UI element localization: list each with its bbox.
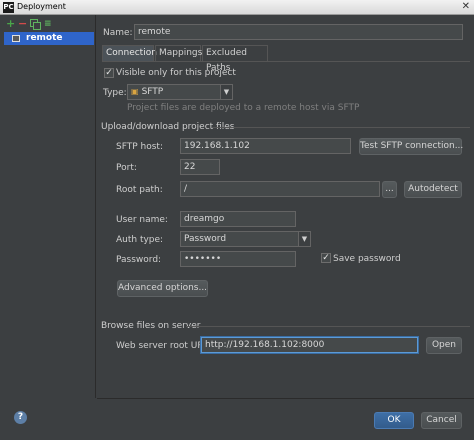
name-input[interactable]: remote	[134, 24, 463, 40]
port-input[interactable]: 22	[180, 159, 220, 175]
advanced-options-button[interactable]: Advanced options...	[117, 280, 208, 297]
server-icon	[12, 35, 20, 42]
window-title-bar: PC Deployment ✕	[0, 0, 474, 15]
open-url-button[interactable]: Open	[426, 337, 462, 354]
sftp-host-input[interactable]: 192.168.1.102	[180, 138, 351, 154]
browse-section-divider	[186, 326, 470, 327]
type-select[interactable]: ▣ SFTP	[127, 84, 233, 100]
test-sftp-connection-button[interactable]: Test SFTP connection...	[359, 138, 463, 155]
chevron-down-icon[interactable]: ▼	[298, 232, 310, 246]
type-select-value: SFTP	[141, 87, 164, 97]
tab-connection[interactable]: Connection	[102, 45, 157, 61]
port-label: Port:	[116, 163, 137, 173]
root-path-input[interactable]: /	[180, 181, 380, 197]
password-input[interactable]: •••••••	[180, 251, 296, 267]
type-hint: Project files are deployed to a remote h…	[127, 103, 360, 113]
user-name-label: User name:	[116, 215, 168, 225]
window-title: Deployment	[17, 2, 66, 11]
add-server-button[interactable]: +	[6, 18, 15, 29]
tab-mappings[interactable]: Mappings	[155, 45, 202, 61]
server-list-panel: + − ≡ remote	[0, 15, 96, 398]
save-password-label: Save password	[333, 254, 401, 264]
visible-only-checkbox[interactable]: ✓	[104, 68, 114, 78]
cancel-button[interactable]: Cancel	[421, 412, 462, 429]
web-root-url-input[interactable]: http://192.168.1.102:8000	[201, 337, 418, 353]
footer-divider	[97, 398, 474, 399]
chevron-down-icon[interactable]: ▼	[220, 85, 232, 99]
tab-divider	[102, 61, 470, 62]
ok-button[interactable]: OK	[374, 412, 414, 429]
help-icon[interactable]: ?	[14, 411, 27, 424]
browse-root-path-button[interactable]: ...	[382, 181, 397, 198]
server-item-label: remote	[26, 33, 63, 43]
save-password-checkbox[interactable]: ✓	[321, 253, 331, 263]
app-icon: PC	[3, 2, 14, 13]
upload-section-divider	[212, 127, 470, 128]
web-root-label: Web server root URL:	[116, 341, 212, 351]
root-path-label: Root path:	[116, 185, 163, 195]
server-list-item-remote[interactable]: remote	[4, 32, 94, 45]
close-icon[interactable]: ✕	[462, 1, 470, 12]
visible-only-label: Visible only for this project	[116, 68, 236, 78]
sftp-host-label: SFTP host:	[116, 142, 163, 152]
name-label: Name:	[103, 28, 133, 38]
auth-type-label: Auth type:	[116, 235, 164, 245]
password-label: Password:	[116, 255, 162, 265]
auth-type-select[interactable]: Password	[180, 231, 311, 247]
remove-server-button[interactable]: −	[18, 18, 27, 29]
tab-excluded-paths[interactable]: Excluded Paths	[202, 45, 268, 73]
type-label: Type:	[103, 88, 127, 98]
use-as-default-icon[interactable]: ≡	[44, 19, 54, 29]
autodetect-button[interactable]: Autodetect	[404, 181, 462, 198]
sftp-icon: ▣	[131, 87, 139, 96]
copy-icon[interactable]	[30, 19, 41, 30]
user-name-input[interactable]: dreamgo	[180, 211, 296, 227]
